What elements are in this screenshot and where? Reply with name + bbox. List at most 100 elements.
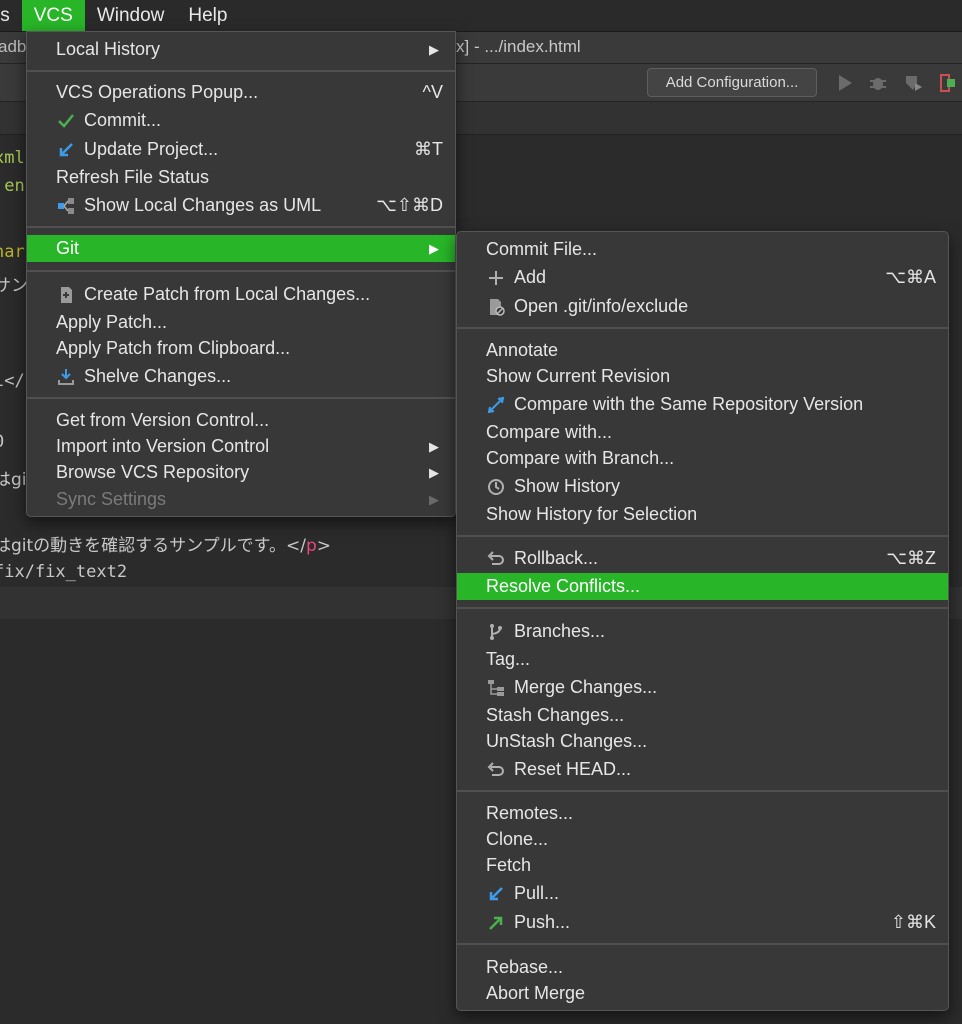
code-line: l</ [0, 371, 25, 391]
submenu-arrow-icon: ▶ [429, 465, 439, 480]
menu-item-resolve-conflicts[interactable]: Resolve Conflicts... [457, 573, 948, 600]
debug-icon[interactable] [868, 73, 888, 93]
menu-item-show-history[interactable]: Show History [457, 473, 948, 500]
shortcut: ⌘T [414, 139, 443, 159]
shelve-icon [58, 369, 74, 385]
run-icon[interactable] [835, 73, 855, 93]
code-line: xml [0, 148, 25, 168]
code-line: 0 [0, 432, 4, 452]
menu-item-rebase[interactable]: Rebase... [457, 954, 948, 981]
menu-item-vcs-operations-popup[interactable]: VCS Operations Popup... ^V [27, 79, 455, 106]
menu-item-branches[interactable]: Branches... [457, 618, 948, 645]
submenu-arrow-icon: ▶ [429, 42, 439, 57]
menu-separator [457, 943, 948, 945]
menu-item-show-local-changes-uml[interactable]: Show Local Changes as UML ⌥⇧⌘D [27, 192, 455, 219]
menu-item-commit-file[interactable]: Commit File... [457, 236, 948, 263]
branch-icon [490, 624, 502, 640]
pull-arrow-icon [489, 887, 503, 901]
push-arrow-icon [489, 916, 503, 930]
menu-item-unstash-changes[interactable]: UnStash Changes... [457, 728, 948, 755]
merge-icon [488, 680, 504, 696]
menu-item-remotes[interactable]: Remotes... [457, 800, 948, 827]
menu-item-browse-vcs-repository[interactable]: Browse VCS Repository ▶ [27, 459, 455, 486]
menu-item-sync-settings: Sync Settings ▶ [27, 486, 455, 513]
menu-item-reset-head[interactable]: Reset HEAD... [457, 756, 948, 783]
patch-file-icon [61, 287, 72, 303]
menu-item-get-from-vcs[interactable]: Get from Version Control... [27, 407, 455, 434]
plus-icon [489, 271, 503, 285]
menu-item-annotate[interactable]: Annotate [457, 337, 948, 364]
menu-item-clone[interactable]: Clone... [457, 826, 948, 853]
menu-item-show-current-revision[interactable]: Show Current Revision [457, 363, 948, 390]
menu-item-commit[interactable]: Commit... [27, 107, 455, 134]
coverage-icon[interactable] [903, 73, 923, 93]
menu-item-shelve-changes[interactable]: Shelve Changes... [27, 363, 455, 390]
menu-item-push[interactable]: Push... ⇧⌘K [457, 909, 948, 936]
menu-separator [457, 535, 948, 537]
menubar-item-vcs[interactable]: VCS [21, 0, 85, 31]
menu-separator [457, 607, 948, 609]
shortcut: ^V [422, 82, 443, 102]
menu-item-open-git-exclude[interactable]: Open .git/info/exclude [457, 293, 948, 320]
menu-item-abort-merge[interactable]: Abort Merge [457, 980, 948, 1007]
menu-item-rollback[interactable]: Rollback... ⌥⌘Z [457, 545, 948, 572]
update-arrow-icon [59, 143, 73, 157]
exclude-file-icon [490, 299, 505, 316]
submenu-arrow-icon: ▶ [429, 492, 439, 507]
menu-item-add[interactable]: Add ⌥⌘A [457, 264, 948, 291]
menu-item-tag[interactable]: Tag... [457, 646, 948, 673]
menu-bar: ls VCS Window Help [0, 0, 962, 32]
menu-item-compare-with-branch[interactable]: Compare with Branch... [457, 445, 948, 472]
menu-separator [27, 397, 455, 399]
code-line: はgitの動きを確認するサンプルです。</p> [0, 531, 331, 556]
uml-diagram-icon [58, 198, 74, 214]
menu-separator [27, 270, 455, 272]
code-line: サン [0, 276, 28, 296]
shortcut: ⇧⌘K [890, 912, 936, 932]
menu-item-pull[interactable]: Pull... [457, 880, 948, 907]
menu-item-update-project[interactable]: Update Project... ⌘T [27, 136, 455, 163]
menu-item-create-patch[interactable]: Create Patch from Local Changes... [27, 281, 455, 308]
menu-separator [27, 226, 455, 228]
html-tag-name: p [305, 536, 317, 556]
menu-item-show-history-selection[interactable]: Show History for Selection [457, 501, 948, 528]
git-submenu: Commit File... Add ⌥⌘A Open .git/info/ex… [456, 231, 949, 1011]
menu-separator [457, 790, 948, 792]
menu-item-import-into-vcs[interactable]: Import into Version Control ▶ [27, 433, 455, 460]
menu-separator [457, 327, 948, 329]
menu-item-apply-patch-clipboard[interactable]: Apply Patch from Clipboard... [27, 335, 455, 362]
menu-item-local-history[interactable]: Local History ▶ [27, 36, 455, 63]
undo-icon [487, 762, 504, 776]
shortcut: ⌥⌘Z [886, 548, 936, 568]
submenu-arrow-icon: ▶ [429, 241, 439, 256]
shortcut: ⌥⇧⌘D [376, 195, 443, 215]
menu-item-fetch[interactable]: Fetch [457, 852, 948, 879]
vcs-menu: Local History ▶ VCS Operations Popup... … [26, 31, 456, 517]
menu-item-stash-changes[interactable]: Stash Changes... [457, 702, 948, 729]
compare-arrows-icon [487, 396, 505, 414]
code-line: fix/fix_text2 [0, 562, 128, 582]
menu-item-apply-patch[interactable]: Apply Patch... [27, 309, 455, 336]
window-title: x] - .../index.html [456, 37, 581, 56]
submenu-arrow-icon: ▶ [429, 439, 439, 454]
check-icon [58, 114, 74, 128]
code-text: > [316, 536, 331, 556]
menu-separator [27, 70, 455, 72]
menu-item-compare-with[interactable]: Compare with... [457, 419, 948, 446]
git-status-icon[interactable] [938, 73, 958, 93]
menubar-item-tools[interactable]: ls [0, 0, 22, 31]
code-text: はgitの動きを確認するサンプルです。</ [0, 536, 306, 556]
code-line: 'en [0, 176, 25, 196]
code-line: har [0, 242, 25, 262]
menu-item-git[interactable]: Git ▶ [27, 235, 455, 262]
shortcut: ⌥⌘A [885, 267, 936, 287]
menubar-item-window[interactable]: Window [85, 0, 177, 31]
clock-icon [488, 479, 504, 495]
menu-item-merge-changes[interactable]: Merge Changes... [457, 674, 948, 701]
undo-icon [487, 551, 504, 565]
add-configuration-button[interactable]: Add Configuration... [647, 68, 817, 97]
menubar-item-help[interactable]: Help [176, 0, 239, 31]
menu-item-refresh-file-status[interactable]: Refresh File Status [27, 164, 455, 191]
code-line: はgi [0, 470, 27, 490]
menu-item-compare-same-repo-version[interactable]: Compare with the Same Repository Version [457, 391, 948, 418]
